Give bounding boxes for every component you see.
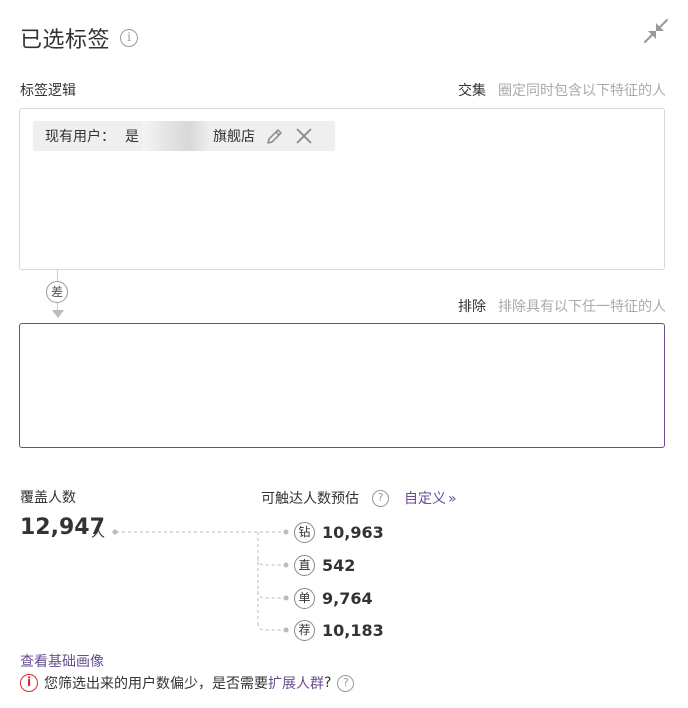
expand-audience-link[interactable]: 扩展人群 bbox=[268, 673, 324, 693]
channel-row: 直 542 bbox=[294, 555, 355, 576]
channel-value: 10,963 bbox=[322, 523, 384, 542]
selected-tag: 现有用户： 是 旗舰店 bbox=[33, 121, 335, 151]
coverage-label: 覆盖人数 bbox=[20, 490, 76, 506]
exclude-label: 排除 bbox=[458, 299, 486, 315]
difference-badge: 差 bbox=[46, 281, 68, 303]
intersection-label: 交集 bbox=[458, 83, 486, 99]
close-icon[interactable] bbox=[295, 127, 313, 145]
channel-value: 10,183 bbox=[322, 621, 384, 640]
reach-tree-lines bbox=[112, 529, 289, 633]
channel-badge: 钻 bbox=[294, 522, 315, 543]
coverage-unit: 人 bbox=[91, 525, 105, 541]
tag-prefix: 现有用户： bbox=[45, 129, 115, 145]
channel-badge: 荐 bbox=[294, 620, 315, 641]
reach-estimate-label: 可触达人数预估 bbox=[261, 491, 359, 507]
warning-text: 您筛选出来的用户数偏少，是否需要 bbox=[44, 676, 268, 692]
tag-value-prefix: 是 bbox=[125, 129, 139, 145]
arrow-down-icon bbox=[52, 310, 64, 318]
channel-badge: 单 bbox=[294, 588, 315, 609]
exclude-tags-box[interactable] bbox=[19, 323, 665, 448]
question-icon[interactable]: ? bbox=[337, 674, 355, 692]
panel-title: 已选标签 bbox=[20, 28, 111, 53]
custom-link-label: 自定义 bbox=[404, 491, 446, 507]
channel-row: 钻 10,963 bbox=[294, 522, 384, 543]
channel-badge: 直 bbox=[294, 555, 315, 576]
exclude-desc: 排除具有以下任一特征的人 bbox=[498, 299, 666, 315]
collapse-arrows-icon[interactable] bbox=[643, 18, 669, 44]
channel-row: 单 9,764 bbox=[294, 588, 373, 609]
intersection-desc: 圈定同时包含以下特征的人 bbox=[498, 83, 666, 99]
warning-row: i 您筛选出来的用户数偏少，是否需要 扩展人群? ? bbox=[20, 673, 355, 693]
info-icon[interactable]: i bbox=[120, 29, 138, 47]
include-mode: 交集 圈定同时包含以下特征的人 bbox=[458, 80, 666, 100]
tag-value-suffix: 旗舰店 bbox=[213, 129, 255, 145]
exclude-mode: 排除 排除具有以下任一特征的人 bbox=[458, 296, 666, 316]
channel-row: 荐 10,183 bbox=[294, 620, 384, 641]
edit-icon[interactable] bbox=[265, 126, 285, 146]
redacted-shop-name bbox=[143, 121, 209, 151]
alert-circle-icon: i bbox=[20, 674, 38, 692]
channel-value: 9,764 bbox=[322, 589, 373, 608]
channel-value: 542 bbox=[322, 556, 356, 575]
warning-question-mark: ? bbox=[324, 675, 332, 691]
tag-logic-label: 标签逻辑 bbox=[20, 83, 76, 99]
double-chevron-right-icon: » bbox=[448, 491, 457, 507]
view-basic-profile-link[interactable]: 查看基础画像 bbox=[20, 651, 104, 671]
custom-link[interactable]: 自定义» bbox=[404, 488, 457, 508]
question-icon[interactable]: ? bbox=[372, 490, 389, 507]
